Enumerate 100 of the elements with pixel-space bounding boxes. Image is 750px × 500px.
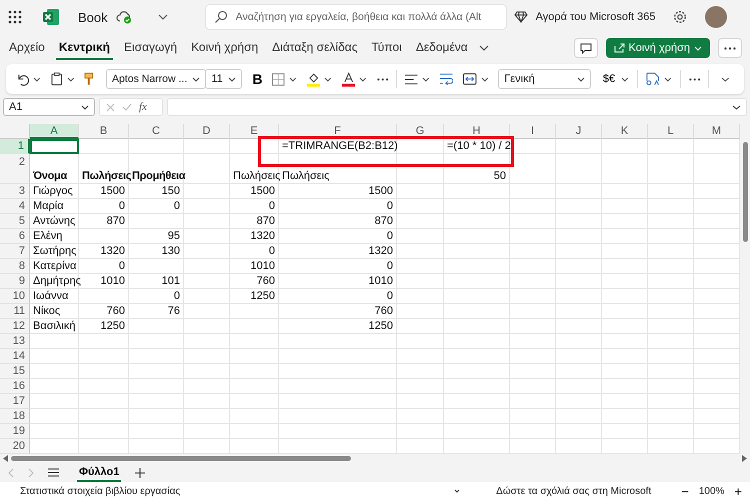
column-header[interactable]: J: [556, 124, 602, 139]
row-header[interactable]: 4: [0, 199, 30, 214]
spreadsheet-logo-icon[interactable]: [42, 8, 60, 26]
search-field[interactable]: Αναζήτηση για εργαλεία, βοήθεια και πολλά άλλα (Alt: [206, 5, 506, 29]
number-format-dropdown[interactable]: Γενική: [498, 69, 591, 89]
merge-cells-icon[interactable]: [463, 73, 476, 85]
column-header[interactable]: I: [510, 124, 556, 139]
column-header[interactable]: M: [694, 124, 740, 139]
settings-icon[interactable]: [673, 10, 688, 24]
cell: [397, 229, 444, 244]
font-dropdown[interactable]: Aptos Narrow ...: [106, 69, 206, 89]
chevron-down-icon[interactable]: [664, 76, 672, 82]
cell: [184, 379, 230, 394]
font-size-dropdown[interactable]: 11: [205, 69, 242, 89]
scroll-left-icon[interactable]: [3, 455, 8, 462]
more-icon[interactable]: [376, 78, 388, 80]
zoom-out-button[interactable]: −: [681, 484, 689, 498]
chevron-down-icon[interactable]: [158, 14, 168, 20]
row-header[interactable]: 14: [0, 349, 30, 364]
more-button[interactable]: [718, 38, 742, 58]
menu-icon[interactable]: [48, 468, 59, 477]
row-header[interactable]: 16: [0, 379, 30, 394]
chevron-down-icon[interactable]: [288, 76, 297, 82]
add-icon[interactable]: [135, 468, 146, 478]
app-launcher-icon[interactable]: [8, 10, 22, 24]
chevron-down-icon[interactable]: [422, 76, 430, 82]
ribbon-tab[interactable]: Δεδομένα: [412, 36, 471, 60]
checkmark-icon[interactable]: [122, 103, 132, 111]
buy-link[interactable]: Αγορά του Microsoft 365: [536, 11, 656, 23]
font-color-icon[interactable]: [342, 72, 356, 86]
row-header[interactable]: 7: [0, 244, 30, 259]
scroll-right-icon[interactable]: [742, 455, 747, 462]
column-header[interactable]: D: [184, 124, 230, 139]
row-header[interactable]: 3: [0, 184, 30, 199]
currency-button[interactable]: $€: [594, 73, 618, 85]
align-icon[interactable]: [405, 74, 418, 84]
row-header[interactable]: 19: [0, 424, 30, 439]
row-header[interactable]: 5: [0, 214, 30, 229]
cell: 0: [279, 259, 397, 274]
paintbrush-icon[interactable]: [84, 72, 94, 86]
chevron-down-icon[interactable]: [66, 76, 74, 82]
document-title[interactable]: Book: [78, 10, 108, 24]
row-header[interactable]: 12: [0, 319, 30, 334]
name-box[interactable]: A1: [3, 98, 95, 116]
chevron-down-icon[interactable]: [621, 76, 629, 82]
horizontal-scrollbar[interactable]: [11, 456, 351, 461]
wrap-text-icon[interactable]: [440, 73, 454, 85]
chevron-down-icon[interactable]: [454, 489, 460, 493]
cell: [602, 394, 648, 409]
ribbon-tab[interactable]: Τύποι: [368, 36, 405, 60]
chevron-down-icon[interactable]: [480, 76, 488, 82]
column-header[interactable]: C: [129, 124, 184, 139]
insert-function-button[interactable]: fx: [139, 101, 147, 113]
row-header[interactable]: 9: [0, 274, 30, 289]
chevron-down-icon[interactable]: [359, 76, 367, 82]
row-header[interactable]: 10: [0, 289, 30, 304]
styles-icon[interactable]: [646, 72, 660, 86]
row-header[interactable]: 17: [0, 394, 30, 409]
avatar[interactable]: [705, 6, 728, 28]
formula-input[interactable]: [167, 98, 747, 116]
column-header[interactable]: E: [230, 124, 279, 139]
row-header[interactable]: 1: [0, 139, 30, 154]
column-header[interactable]: K: [602, 124, 648, 139]
feedback-link[interactable]: Δώστε τα σχόλιά σας στη Microsoft: [496, 486, 652, 496]
ribbon-tab[interactable]: Κεντρική: [56, 36, 113, 60]
clipboard-icon[interactable]: [51, 72, 63, 86]
ribbon-tab[interactable]: Διάταξη σελίδας: [269, 36, 360, 60]
column-header[interactable]: A: [30, 124, 79, 139]
row-header[interactable]: 2: [0, 154, 30, 184]
ribbon-tab[interactable]: Εισαγωγή: [121, 36, 180, 60]
share-button[interactable]: Κοινή χρήση: [606, 38, 710, 58]
chevron-down-icon[interactable]: [324, 76, 332, 82]
row-header[interactable]: 18: [0, 409, 30, 424]
chevron-down-icon[interactable]: [721, 76, 730, 82]
row-header[interactable]: 13: [0, 334, 30, 349]
cell: [444, 199, 510, 214]
more-icon[interactable]: [688, 78, 700, 80]
cell: 150: [129, 184, 184, 199]
cell: [397, 199, 444, 214]
undo-icon[interactable]: [16, 72, 30, 86]
fill-color-icon[interactable]: [306, 72, 320, 86]
chevron-down-icon[interactable]: [732, 104, 741, 110]
row-header[interactable]: 8: [0, 259, 30, 274]
diamond-icon: [514, 11, 528, 23]
chevron-down-icon[interactable]: [33, 76, 42, 82]
cell: [397, 349, 444, 364]
row-header[interactable]: 20: [0, 439, 30, 454]
row-header[interactable]: 11: [0, 304, 30, 319]
chevron-down-icon[interactable]: [478, 45, 489, 51]
comment-icon: [580, 42, 592, 54]
row-header[interactable]: 6: [0, 229, 30, 244]
column-header[interactable]: B: [79, 124, 129, 139]
comments-button[interactable]: [574, 38, 598, 58]
workbook-statistics-link[interactable]: Στατιστικά στοιχεία βιβλίου εργασίας: [20, 486, 180, 496]
ribbon-tab[interactable]: Κοινή χρήση: [188, 36, 262, 60]
row-header[interactable]: 15: [0, 364, 30, 379]
bold-button[interactable]: B: [246, 71, 268, 87]
column-header[interactable]: L: [648, 124, 694, 139]
zoom-in-button[interactable]: +: [734, 484, 742, 498]
ribbon-tab[interactable]: Αρχείο: [6, 36, 48, 60]
